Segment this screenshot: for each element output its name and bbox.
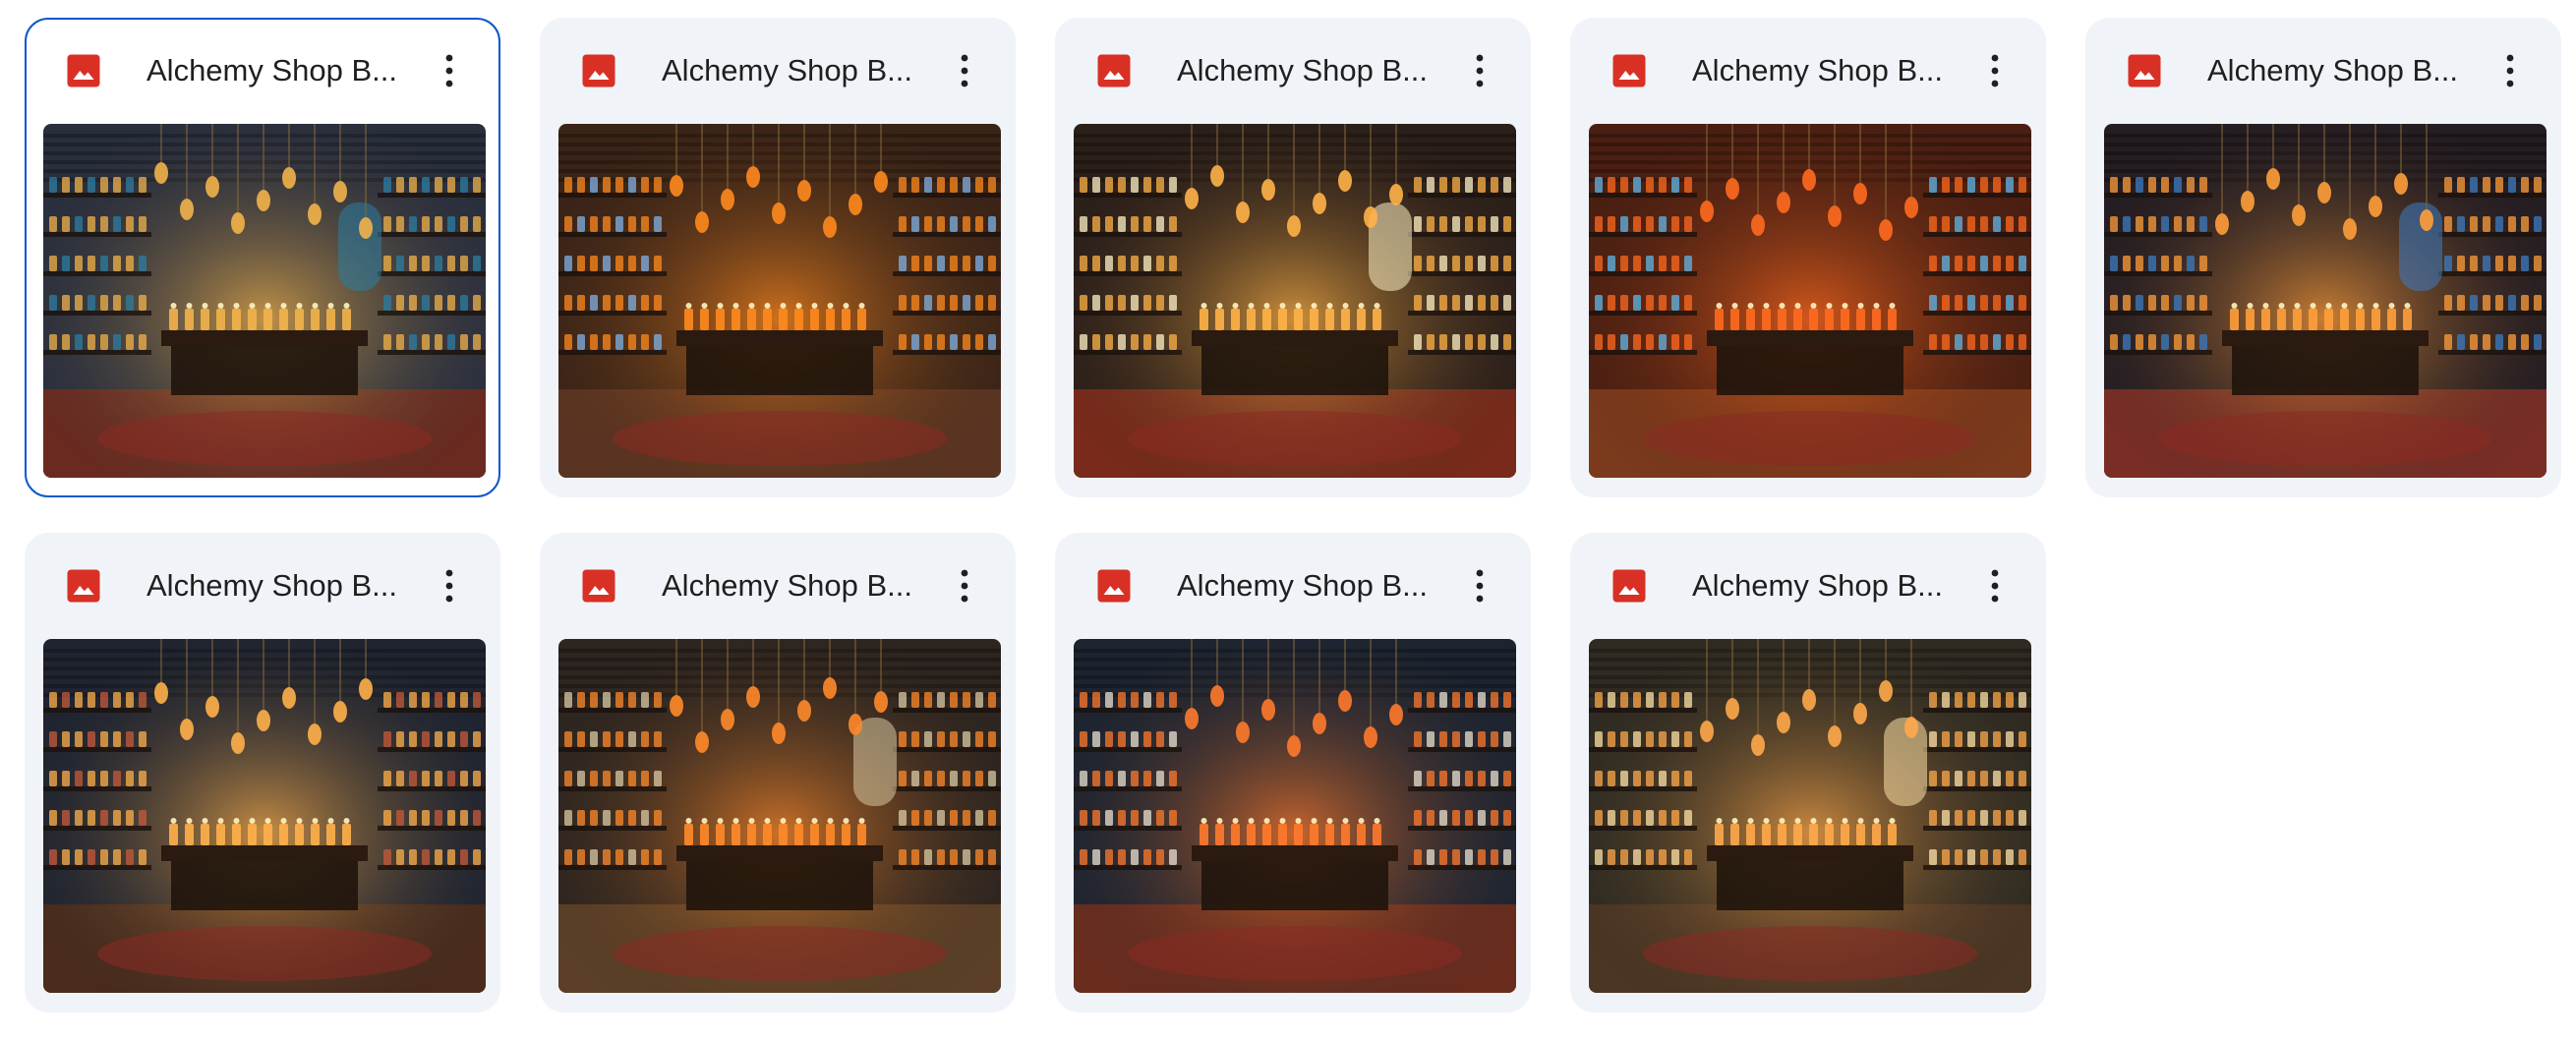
thumbnail-scene (43, 124, 486, 478)
file-card-header: Alchemy Shop B... (27, 535, 498, 633)
thumbnail-scene (558, 639, 1001, 993)
image-file-icon (2128, 54, 2161, 87)
file-card-header: Alchemy Shop B... (1057, 20, 1529, 118)
file-name: Alchemy Shop B... (1177, 568, 1429, 603)
file-name: Alchemy Shop B... (146, 568, 398, 603)
thumbnail-scene (1589, 639, 2031, 993)
image-file-icon (1612, 569, 1646, 603)
file-card-8[interactable]: Alchemy Shop B... (1055, 533, 1531, 1013)
file-thumbnail[interactable] (43, 639, 486, 993)
file-card-header: Alchemy Shop B... (542, 535, 1014, 633)
file-name: Alchemy Shop B... (146, 53, 398, 87)
file-thumbnail[interactable] (558, 124, 1001, 478)
file-card-header: Alchemy Shop B... (1572, 20, 2044, 118)
more-vertical-icon (1991, 54, 1999, 87)
file-card-header: Alchemy Shop B... (2087, 20, 2559, 118)
file-grid: Alchemy Shop B... Alchemy Shop B... Alch… (25, 18, 2561, 1013)
file-name: Alchemy Shop B... (1692, 53, 1944, 87)
more-actions-button[interactable] (1967, 558, 2022, 613)
file-card-header: Alchemy Shop B... (27, 20, 498, 118)
file-thumbnail[interactable] (2104, 124, 2547, 478)
thumbnail-scene (1074, 124, 1516, 478)
file-thumbnail[interactable] (43, 124, 486, 478)
image-file-icon (1097, 569, 1131, 603)
thumbnail-scene (2104, 124, 2547, 478)
image-file-icon (67, 569, 100, 603)
more-actions-button[interactable] (2483, 43, 2538, 98)
image-file-icon (582, 569, 615, 603)
more-actions-button[interactable] (1452, 43, 1507, 98)
file-card-4[interactable]: Alchemy Shop B... (1570, 18, 2046, 497)
file-name: Alchemy Shop B... (2207, 53, 2459, 87)
more-actions-button[interactable] (937, 43, 992, 98)
file-thumbnail[interactable] (1074, 639, 1516, 993)
file-card-9[interactable]: Alchemy Shop B... (1570, 533, 2046, 1013)
more-actions-button[interactable] (1452, 558, 1507, 613)
more-vertical-icon (1476, 569, 1484, 603)
more-vertical-icon (2506, 54, 2514, 87)
thumbnail-scene (43, 639, 486, 993)
more-vertical-icon (961, 569, 968, 603)
file-name: Alchemy Shop B... (1177, 53, 1429, 87)
file-card-3[interactable]: Alchemy Shop B... (1055, 18, 1531, 497)
file-card-header: Alchemy Shop B... (542, 20, 1014, 118)
more-actions-button[interactable] (937, 558, 992, 613)
file-name: Alchemy Shop B... (662, 568, 913, 603)
image-file-icon (1612, 54, 1646, 87)
thumbnail-scene (1074, 639, 1516, 993)
file-card-5[interactable]: Alchemy Shop B... (2085, 18, 2561, 497)
file-thumbnail[interactable] (1589, 124, 2031, 478)
image-file-icon (1097, 54, 1131, 87)
file-thumbnail[interactable] (1589, 639, 2031, 993)
more-vertical-icon (445, 54, 453, 87)
more-vertical-icon (1476, 54, 1484, 87)
more-actions-button[interactable] (1967, 43, 2022, 98)
file-thumbnail[interactable] (1074, 124, 1516, 478)
file-card-6[interactable]: Alchemy Shop B... (25, 533, 500, 1013)
file-card-2[interactable]: Alchemy Shop B... (540, 18, 1016, 497)
more-actions-button[interactable] (422, 43, 477, 98)
file-card-1[interactable]: Alchemy Shop B... (25, 18, 500, 497)
more-vertical-icon (445, 569, 453, 603)
more-actions-button[interactable] (422, 558, 477, 613)
more-vertical-icon (961, 54, 968, 87)
file-name: Alchemy Shop B... (662, 53, 913, 87)
thumbnail-scene (1589, 124, 2031, 478)
image-file-icon (582, 54, 615, 87)
file-card-header: Alchemy Shop B... (1572, 535, 2044, 633)
file-thumbnail[interactable] (558, 639, 1001, 993)
file-name: Alchemy Shop B... (1692, 568, 1944, 603)
image-file-icon (67, 54, 100, 87)
thumbnail-scene (558, 124, 1001, 478)
file-card-header: Alchemy Shop B... (1057, 535, 1529, 633)
more-vertical-icon (1991, 569, 1999, 603)
file-card-7[interactable]: Alchemy Shop B... (540, 533, 1016, 1013)
